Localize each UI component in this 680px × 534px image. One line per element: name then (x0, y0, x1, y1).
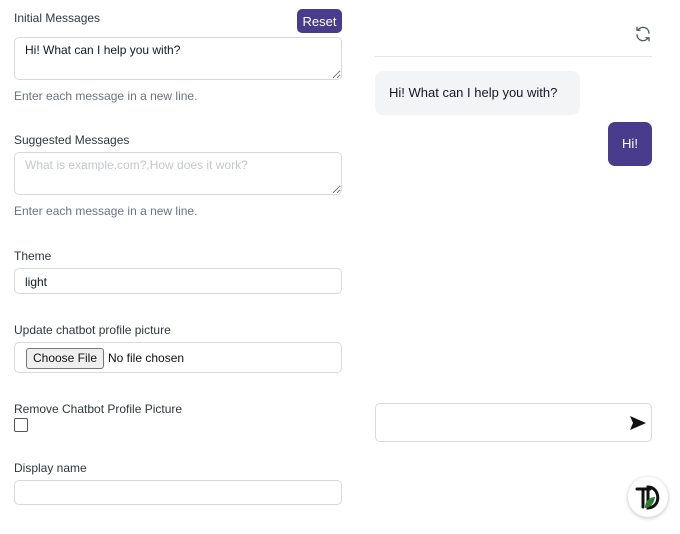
reset-button[interactable]: Reset (297, 9, 342, 33)
display-name-input[interactable] (14, 480, 342, 505)
theme-select[interactable]: light (14, 268, 342, 294)
brand-logo[interactable] (628, 477, 668, 517)
initial-messages-label: Initial Messages (14, 11, 101, 25)
send-icon[interactable] (630, 416, 646, 430)
suggested-messages-textarea[interactable] (14, 152, 342, 195)
suggested-messages-label: Suggested Messages (14, 133, 130, 147)
user-message-bubble: Hi! (608, 122, 652, 166)
refresh-icon[interactable] (634, 25, 652, 43)
initial-messages-help: Enter each message in a new line. (14, 89, 198, 103)
theme-label: Theme (14, 249, 52, 263)
initial-messages-textarea[interactable]: Hi! What can I help you with? (14, 37, 342, 80)
remove-picture-checkbox[interactable] (14, 418, 28, 432)
profile-picture-file-input[interactable]: Choose File No file chosen (14, 342, 342, 373)
chat-message-input[interactable] (375, 403, 652, 442)
remove-picture-label: Remove Chatbot Profile Picture (14, 402, 183, 416)
no-file-text: No file chosen (108, 351, 185, 365)
chat-header-divider (375, 56, 652, 57)
choose-file-button[interactable]: Choose File (26, 348, 104, 369)
suggested-messages-help: Enter each message in a new line. (14, 204, 198, 218)
display-name-label: Display name (14, 461, 87, 475)
brand-logo-icon (635, 485, 660, 510)
profile-picture-label: Update chatbot profile picture (14, 323, 171, 337)
bot-message-bubble: Hi! What can I help you with? (375, 71, 580, 115)
